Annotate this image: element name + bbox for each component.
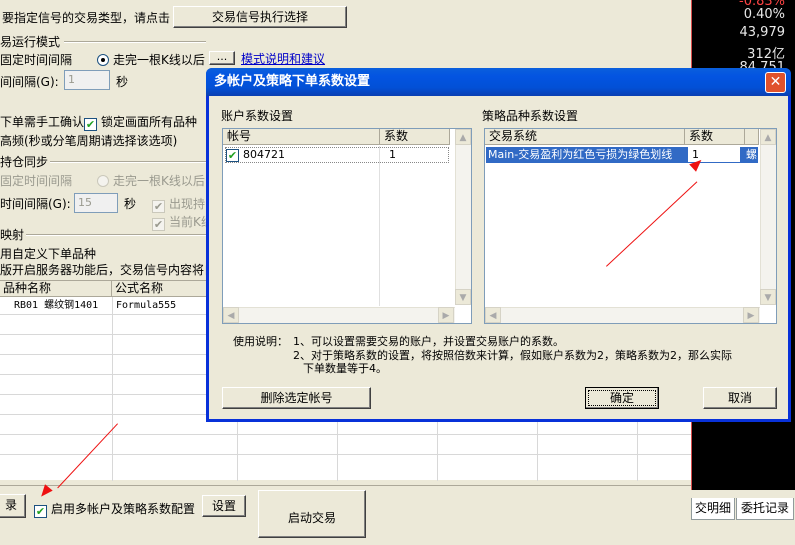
server-note: 版开启服务器功能后，交易信号内容将自 [0, 263, 217, 277]
mapping-divider [26, 234, 206, 236]
sync-interval-label: 时间间隔(G): [0, 197, 71, 211]
strategy-row[interactable]: Main-交易盈利为红色亏损为绿色划线 1 螺 [486, 147, 758, 163]
scroll-right-icon[interactable]: ▶ [743, 307, 759, 323]
usage-line-3: 下单数量等于4。 [303, 362, 387, 375]
account-coef: 1 [389, 148, 396, 161]
run-seconds-label: 秒 [116, 75, 129, 89]
sync-after-k-radio[interactable]: 走完一根K线以后 [97, 172, 205, 189]
account-hscroll[interactable]: ◀ ▶ [223, 307, 455, 323]
manual-confirm-label: 下单需手工确认 [0, 115, 85, 129]
scroll-up-icon[interactable]: ▲ [455, 129, 471, 145]
scroll-down-icon[interactable]: ▼ [455, 289, 471, 305]
custom-variety-label: 用自定义下单品种 [0, 247, 97, 261]
settings-button[interactable]: 设置 [202, 495, 246, 517]
strategy-list[interactable]: 交易系统 系数 Main-交易盈利为红色亏损为绿色划线 1 螺 ▲ ▼ ◀ ▶ [484, 128, 777, 324]
account-col-line [379, 146, 380, 306]
sync-interval-input[interactable]: 15 [74, 193, 118, 213]
ok-button[interactable]: 确定 [585, 387, 659, 409]
radio-icon [97, 54, 109, 66]
account-vscroll[interactable]: ▲ ▼ [455, 129, 471, 305]
scroll-right-icon[interactable]: ▶ [438, 307, 454, 323]
signal-prompt: 要指定信号的交易类型，请点击 [2, 11, 171, 25]
mode-more-button[interactable]: ... [209, 51, 235, 65]
account-list[interactable]: 帐号 系数 ✔ 804721 1 ▲ ▼ ◀ ▶ [222, 128, 472, 324]
usage-label: 使用说明： [233, 335, 288, 348]
checkmark-icon: ✔ [34, 505, 47, 518]
quote-volume: 43,979 [739, 25, 786, 40]
position-sync-divider [50, 161, 206, 163]
grid-row-line [0, 454, 691, 455]
account-row[interactable]: ✔ 804721 1 [225, 147, 449, 163]
grid-cell-formula: Formula555 [116, 300, 177, 311]
strategy-name: Main-交易盈利为红色亏损为绿色划线 [488, 148, 673, 161]
tab-order-record[interactable]: 委托记录 [736, 498, 794, 520]
dialog-body: 账户系数设置 帐号 系数 ✔ 804721 1 ▲ ▼ ◀ ▶ 策略品种系数设置… [209, 96, 788, 419]
close-icon[interactable]: ✕ [765, 72, 786, 93]
account-section-title: 账户系数设置 [221, 109, 294, 123]
grid-cell-variety: RB01 螺纹钢1401 [14, 300, 99, 311]
appear-checkbox[interactable]: ✔ 出现持 [152, 195, 205, 213]
checkmark-icon: ✔ [84, 118, 97, 131]
run-fixed-interval-label: 固定时间间隔 [0, 53, 73, 67]
position-sync-title: 持仓同步 [0, 155, 49, 169]
record-button[interactable]: 录 [0, 494, 26, 518]
multi-account-label: 启用多帐户及策略系数配置 [51, 502, 196, 516]
sync-seconds-label: 秒 [124, 197, 137, 211]
multi-account-dialog: 多帐户及策略下单系数设置 ✕ 账户系数设置 帐号 系数 ✔ 804721 1 ▲… [206, 68, 791, 422]
start-trading-button[interactable]: 启动交易 [258, 490, 366, 538]
scroll-left-icon[interactable]: ◀ [485, 307, 501, 323]
cancel-button[interactable]: 取消 [703, 387, 777, 409]
grid-header-variety[interactable]: 品种名称 [0, 281, 112, 297]
multi-account-checkbox[interactable]: ✔ 启用多帐户及策略系数配置 [34, 500, 195, 518]
strategy-header-system[interactable]: 交易系统 [485, 129, 685, 145]
sync-fixed-interval-label: 固定时间间隔 [0, 174, 73, 188]
scroll-down-icon[interactable]: ▼ [760, 289, 776, 305]
scroll-left-icon[interactable]: ◀ [223, 307, 239, 323]
mapping-title: 映射 [0, 228, 25, 242]
account-id: 804721 [243, 148, 285, 161]
run-mode-divider [64, 41, 206, 43]
mode-help-link[interactable]: 模式说明和建议 [241, 50, 325, 67]
strategy-extra: 螺 [746, 148, 757, 161]
checkmark-icon: ✔ [152, 218, 165, 231]
grid-row-line [0, 434, 691, 435]
account-header-id[interactable]: 帐号 [223, 129, 380, 145]
radio-icon [97, 175, 109, 187]
lock-variety-checkbox[interactable]: ✔ 锁定画面所有品种 [84, 113, 197, 131]
strategy-header-extra[interactable] [745, 129, 759, 145]
checkmark-icon: ✔ [152, 200, 165, 213]
run-interval-label: 间间隔(G): [0, 75, 59, 89]
strategy-section-title: 策略品种系数设置 [482, 109, 579, 123]
tab-trade-detail[interactable]: 交明细 [691, 498, 735, 520]
account-header-coef[interactable]: 系数 [380, 129, 450, 145]
strategy-header-coef[interactable]: 系数 [685, 129, 745, 145]
dialog-title: 多帐户及策略下单系数设置 [206, 68, 791, 96]
scroll-up-icon[interactable]: ▲ [760, 129, 776, 145]
strategy-vscroll[interactable]: ▲ ▼ [760, 129, 776, 305]
lock-variety-label: 锁定画面所有品种 [101, 115, 198, 129]
run-mode-title: 易运行模式 [0, 35, 61, 49]
strategy-hscroll[interactable]: ◀ ▶ [485, 307, 760, 323]
sync-after-k-label: 走完一根K线以后 [113, 174, 205, 188]
delete-account-button[interactable]: 删除选定帐号 [222, 387, 371, 409]
quote-pct: 0.40% [743, 7, 785, 22]
appear-label: 出现持 [169, 197, 206, 211]
current-k-checkbox[interactable]: ✔ 当前K线 [152, 213, 213, 231]
run-after-k-label: 走完一根K线以后 [113, 53, 205, 67]
hf-note: 高频(秒或分笔周期请选择该选项) [0, 134, 178, 148]
checkmark-icon[interactable]: ✔ [226, 149, 239, 162]
run-interval-input[interactable]: 1 [64, 70, 110, 90]
signal-select-button[interactable]: 交易信号执行选择 [173, 6, 347, 28]
run-after-k-radio[interactable]: 走完一根K线以后 [97, 51, 205, 68]
